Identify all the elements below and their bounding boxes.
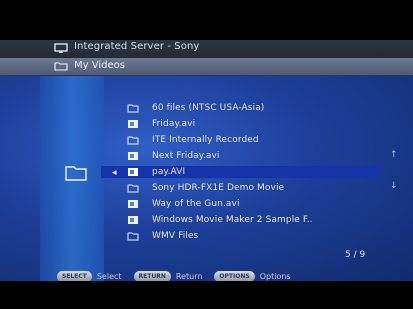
current-folder-bar: My Videos bbox=[0, 58, 413, 76]
list-item-label: 60 files (NTSC USA-Asia) bbox=[152, 103, 265, 113]
selection-arrow-icon: ◂ bbox=[112, 168, 117, 178]
scroll-up-icon[interactable]: ↑ bbox=[390, 151, 398, 160]
folder-icon bbox=[54, 62, 68, 71]
video-file-icon bbox=[128, 120, 138, 128]
list-item-selected[interactable]: pay.AVI bbox=[127, 166, 185, 178]
select-hint-label: Select bbox=[96, 272, 122, 281]
server-name: Integrated Server - Sony bbox=[74, 41, 200, 52]
return-hint-label: Return bbox=[175, 272, 203, 281]
video-file-icon bbox=[128, 152, 138, 160]
video-file-icon bbox=[128, 168, 138, 176]
folder-icon bbox=[127, 232, 139, 241]
list-item-label: Friday.avi bbox=[152, 119, 196, 129]
video-file-icon bbox=[128, 200, 138, 208]
video-file-icon bbox=[128, 216, 138, 224]
list-item-label: Windows Movie Maker 2 Sample F.. bbox=[152, 215, 313, 225]
page-counter: 5 / 9 bbox=[345, 250, 366, 260]
monitor-icon bbox=[54, 43, 68, 53]
list-item-label: Way of the Gun.avi bbox=[152, 199, 240, 209]
list-item[interactable]: Windows Movie Maker 2 Sample F.. bbox=[127, 214, 313, 226]
list-item[interactable]: WMV Files bbox=[127, 230, 198, 242]
list-item[interactable]: Sony HDR-FX1E Demo Movie bbox=[127, 182, 284, 194]
folder-icon bbox=[127, 184, 139, 193]
list-item-label: Next Friday.avi bbox=[152, 151, 220, 161]
list-item[interactable]: 60 files (NTSC USA-Asia) bbox=[127, 102, 264, 114]
list-item-label: pay.AVI bbox=[152, 167, 186, 177]
current-folder-name: My Videos bbox=[74, 60, 125, 71]
list-item-label: Sony HDR-FX1E Demo Movie bbox=[152, 183, 285, 193]
list-item[interactable]: Next Friday.avi bbox=[127, 150, 220, 162]
folder-icon bbox=[127, 136, 139, 145]
folder-icon bbox=[127, 104, 139, 113]
options-hint-label: Options bbox=[259, 272, 291, 281]
top-letterbox bbox=[0, 0, 413, 40]
list-item[interactable]: ITE Internally Recorded bbox=[127, 134, 259, 146]
list-item[interactable]: Friday.avi bbox=[127, 118, 195, 130]
scroll-down-icon[interactable]: ↓ bbox=[390, 182, 398, 191]
folder-icon bbox=[65, 166, 87, 181]
list-item[interactable]: Way of the Gun.avi bbox=[127, 198, 240, 210]
list-item-label: WMV Files bbox=[152, 231, 199, 241]
list-item-label: ITE Internally Recorded bbox=[152, 135, 259, 145]
media-browser-screen: Integrated Server - Sony My Videos ◂ 60 … bbox=[0, 0, 413, 309]
server-header: Integrated Server - Sony bbox=[0, 40, 413, 58]
bottom-letterbox bbox=[0, 281, 413, 309]
